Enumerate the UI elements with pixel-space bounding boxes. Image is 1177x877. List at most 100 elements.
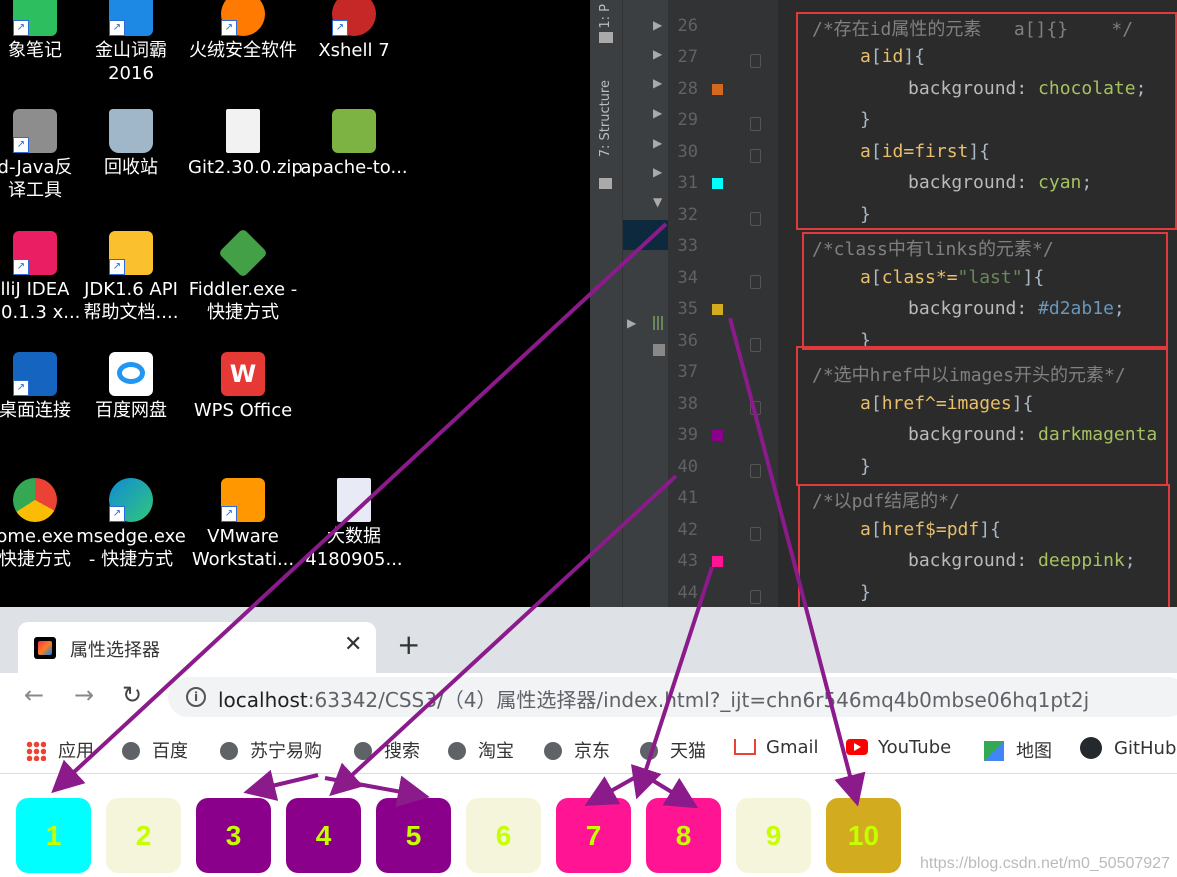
color-swatch-darkmagenta[interactable] <box>712 430 723 441</box>
bookmark-label: YouTube <box>878 737 952 758</box>
link-box-10[interactable]: 10 <box>826 798 901 873</box>
tree-selected-row[interactable] <box>623 220 668 250</box>
fold-marker-icon[interactable] <box>750 590 761 604</box>
fold-marker-icon[interactable] <box>750 338 761 352</box>
link-box-5[interactable]: 5 <box>376 798 451 873</box>
globe-icon <box>354 742 372 760</box>
tree-expand-icon[interactable]: ▶ <box>653 165 662 179</box>
fold-marker-icon[interactable] <box>750 527 761 541</box>
bookmark-apps[interactable]: 应用 <box>26 737 94 763</box>
desktop-icon-git-zip[interactable]: Git2.30.0.zip <box>188 109 303 179</box>
color-swatch-cyan[interactable] <box>712 178 723 189</box>
bookmark-taobao[interactable]: 淘宝 <box>448 737 514 763</box>
tree-collapse-icon[interactable]: ▼ <box>653 195 662 209</box>
site-info-icon[interactable]: i <box>186 687 206 707</box>
color-swatch-gold[interactable] <box>712 304 723 315</box>
reload-button[interactable]: ↻ <box>122 681 142 709</box>
fold-marker-icon[interactable] <box>750 54 761 68</box>
bookmark-label: 淘宝 <box>478 741 514 762</box>
desktop-icon-label: msedge.exe - 快捷方式 <box>76 526 186 570</box>
shortcut-arrow-icon: ↗ <box>221 20 237 36</box>
close-tab-icon[interactable]: ✕ <box>344 632 362 657</box>
desktop-icon-vmware[interactable]: ↗ VMware Workstati... <box>188 478 298 571</box>
line-number: 27 <box>677 47 698 67</box>
page-content: 1 2 3 4 5 6 7 8 9 10 https://blog.csdn.n… <box>0 774 1177 877</box>
bookmark-jd[interactable]: 京东 <box>544 737 610 763</box>
bookmark-gmail[interactable]: Gmail <box>734 737 819 758</box>
color-swatch-deeppink[interactable] <box>712 556 723 567</box>
fold-marker-icon[interactable] <box>750 149 761 163</box>
shortcut-arrow-icon: ↗ <box>332 20 348 36</box>
desktop-icon-recycle-bin[interactable]: 回收站 <box>76 109 186 179</box>
globe-icon <box>448 742 466 760</box>
line-number: 33 <box>677 236 698 256</box>
link-box-9[interactable]: 9 <box>736 798 811 873</box>
line-number: 42 <box>677 520 698 540</box>
forward-button[interactable]: → <box>74 681 94 709</box>
desktop-icon-fiddler[interactable]: Fiddler.exe - 快捷方式 <box>188 228 298 324</box>
project-tool-tab[interactable]: 1: P <box>598 4 613 29</box>
bookmarks-bar: 应用 百度 苏宁易购 搜索 淘宝 京东 天猫 Gmail YouTube 地图 … <box>0 725 1177 774</box>
fold-marker-icon[interactable] <box>750 401 761 415</box>
tree-expand-icon[interactable]: ▶ <box>627 316 636 330</box>
bookmark-label: 苏宁易购 <box>250 741 322 762</box>
gmail-icon <box>734 739 756 755</box>
desktop-icon-huorong[interactable]: ↗ 火绒安全软件 <box>188 0 298 62</box>
link-box-2[interactable]: 2 <box>106 798 181 873</box>
tree-expand-icon[interactable]: ▶ <box>653 76 662 90</box>
url-host: localhost <box>218 688 308 712</box>
link-box-8[interactable]: 8 <box>646 798 721 873</box>
line-number: 39 <box>677 425 698 445</box>
line-number: 32 <box>677 205 698 225</box>
back-button[interactable]: ← <box>24 681 44 709</box>
tree-expand-icon[interactable]: ▶ <box>653 47 662 61</box>
bookmark-baidu[interactable]: 百度 <box>122 737 188 763</box>
scratch-icon <box>653 344 665 356</box>
address-bar[interactable]: i localhost:63342/CSS3/（4）属性选择器/index.ht… <box>168 677 1177 717</box>
fold-marker-icon[interactable] <box>750 117 761 131</box>
shortcut-arrow-icon: ↗ <box>109 259 125 275</box>
bookmark-github[interactable]: GitHub <box>1080 737 1176 759</box>
bookmark-tmall[interactable]: 天猫 <box>640 737 706 763</box>
desktop-icon-label: 回收站 <box>104 157 158 178</box>
globe-icon <box>220 742 238 760</box>
tree-expand-icon[interactable]: ▶ <box>653 136 662 150</box>
link-box-3[interactable]: 3 <box>196 798 271 873</box>
desktop-icon-bigdata-doc[interactable]: 大数据 4180905... <box>299 478 409 571</box>
link-box-1[interactable]: 1 <box>16 798 91 873</box>
link-box-4[interactable]: 4 <box>286 798 361 873</box>
shortcut-arrow-icon: ↗ <box>109 506 125 522</box>
desktop-icon-baidu-netdisk[interactable]: 百度网盘 <box>76 352 186 422</box>
desktop-icon-wps[interactable]: W WPS Office <box>188 352 298 422</box>
desktop-icon-jdk-api-doc[interactable]: ↗ JDK1.6 API 帮助文档.... <box>76 231 186 324</box>
color-swatch-chocolate[interactable] <box>712 84 723 95</box>
desktop-icon-label: 百度网盘 <box>95 400 167 421</box>
github-icon <box>1080 737 1102 759</box>
fold-marker-icon[interactable] <box>750 212 761 226</box>
desktop-icon-edge[interactable]: ↗ msedge.exe - 快捷方式 <box>76 478 186 571</box>
line-number: 38 <box>677 394 698 414</box>
link-box-7[interactable]: 7 <box>556 798 631 873</box>
library-icon <box>653 316 665 330</box>
bookmark-search[interactable]: 搜索 <box>354 737 420 763</box>
desktop-icon-xshell[interactable]: ↗ Xshell 7 <box>299 0 409 62</box>
shortcut-arrow-icon: ↗ <box>109 20 125 36</box>
bookmark-youtube[interactable]: YouTube <box>846 737 951 758</box>
desktop-icon-apache-tomcat[interactable]: apache-to... <box>299 109 409 179</box>
link-box-6[interactable]: 6 <box>466 798 541 873</box>
highlight-box-class-rule <box>802 232 1168 350</box>
line-number: 26 <box>677 16 698 36</box>
tree-expand-icon[interactable]: ▶ <box>653 106 662 120</box>
structure-tool-tab[interactable]: 7: Structure <box>598 80 613 157</box>
fold-marker-icon[interactable] <box>750 275 761 289</box>
new-tab-button[interactable]: + <box>397 631 420 659</box>
bookmark-maps[interactable]: 地图 <box>984 737 1052 763</box>
line-number: 44 <box>677 583 698 603</box>
desktop-icon-jinshan[interactable]: ↗ 金山词霸 2016 <box>76 0 186 85</box>
browser-tab-active[interactable]: 属性选择器 ✕ <box>18 622 376 673</box>
bookmark-suning[interactable]: 苏宁易购 <box>220 737 322 763</box>
tree-expand-icon[interactable]: ▶ <box>653 18 662 32</box>
bookmark-label: 京东 <box>574 741 610 762</box>
fold-marker-icon[interactable] <box>750 464 761 478</box>
desktop-icon-label: 金山词霸 2016 <box>95 40 167 84</box>
